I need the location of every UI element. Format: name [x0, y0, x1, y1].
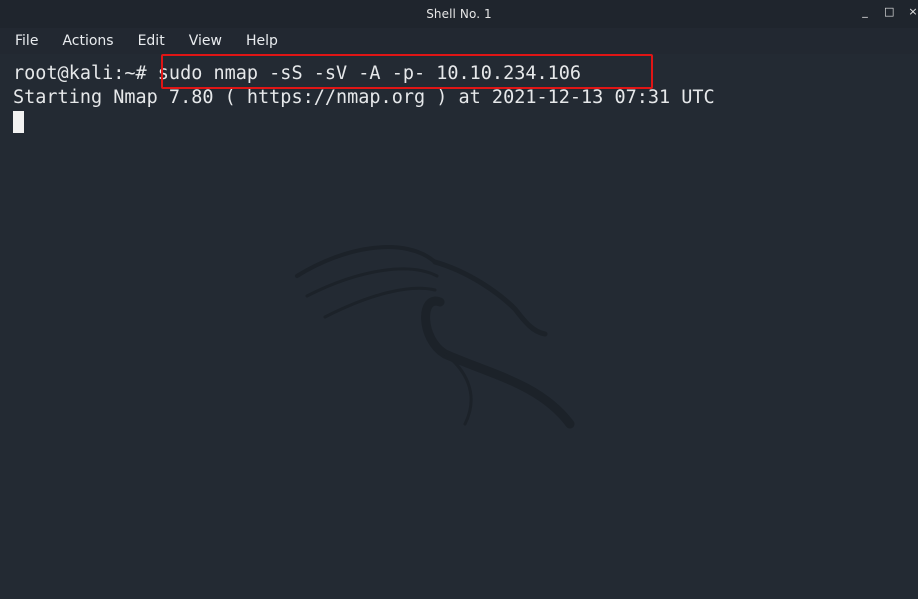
- typed-command: sudo nmap -sS -sV -A -p- 10.10.234.106: [146, 63, 582, 84]
- title-bar[interactable]: Shell No. 1 _ □ ×: [0, 0, 918, 28]
- command-line: root@kali:~# sudo nmap -sS -sV -A -p- 10…: [13, 62, 581, 86]
- terminal-window: Shell No. 1 _ □ × File Actions Edit View…: [0, 0, 918, 599]
- kali-dragon-icon: [295, 245, 575, 429]
- menu-actions[interactable]: Actions: [47, 33, 122, 49]
- menu-file[interactable]: File: [0, 33, 47, 49]
- shell-prompt: root@kali:~#: [13, 63, 147, 84]
- window-controls: _ □ ×: [860, 6, 918, 18]
- terminal-area[interactable]: root@kali:~# sudo nmap -sS -sV -A -p- 10…: [0, 54, 918, 599]
- close-icon[interactable]: ×: [908, 6, 918, 18]
- minimize-icon[interactable]: _: [860, 6, 870, 18]
- maximize-icon[interactable]: □: [884, 6, 894, 18]
- text-cursor: [13, 111, 24, 133]
- menu-help[interactable]: Help: [231, 33, 287, 49]
- output-line: Starting Nmap 7.80 ( https://nmap.org ) …: [13, 87, 715, 108]
- menu-view[interactable]: View: [174, 33, 231, 49]
- menu-bar: File Actions Edit View Help: [0, 28, 918, 54]
- window-title: Shell No. 1: [426, 7, 492, 21]
- menu-edit[interactable]: Edit: [123, 33, 174, 49]
